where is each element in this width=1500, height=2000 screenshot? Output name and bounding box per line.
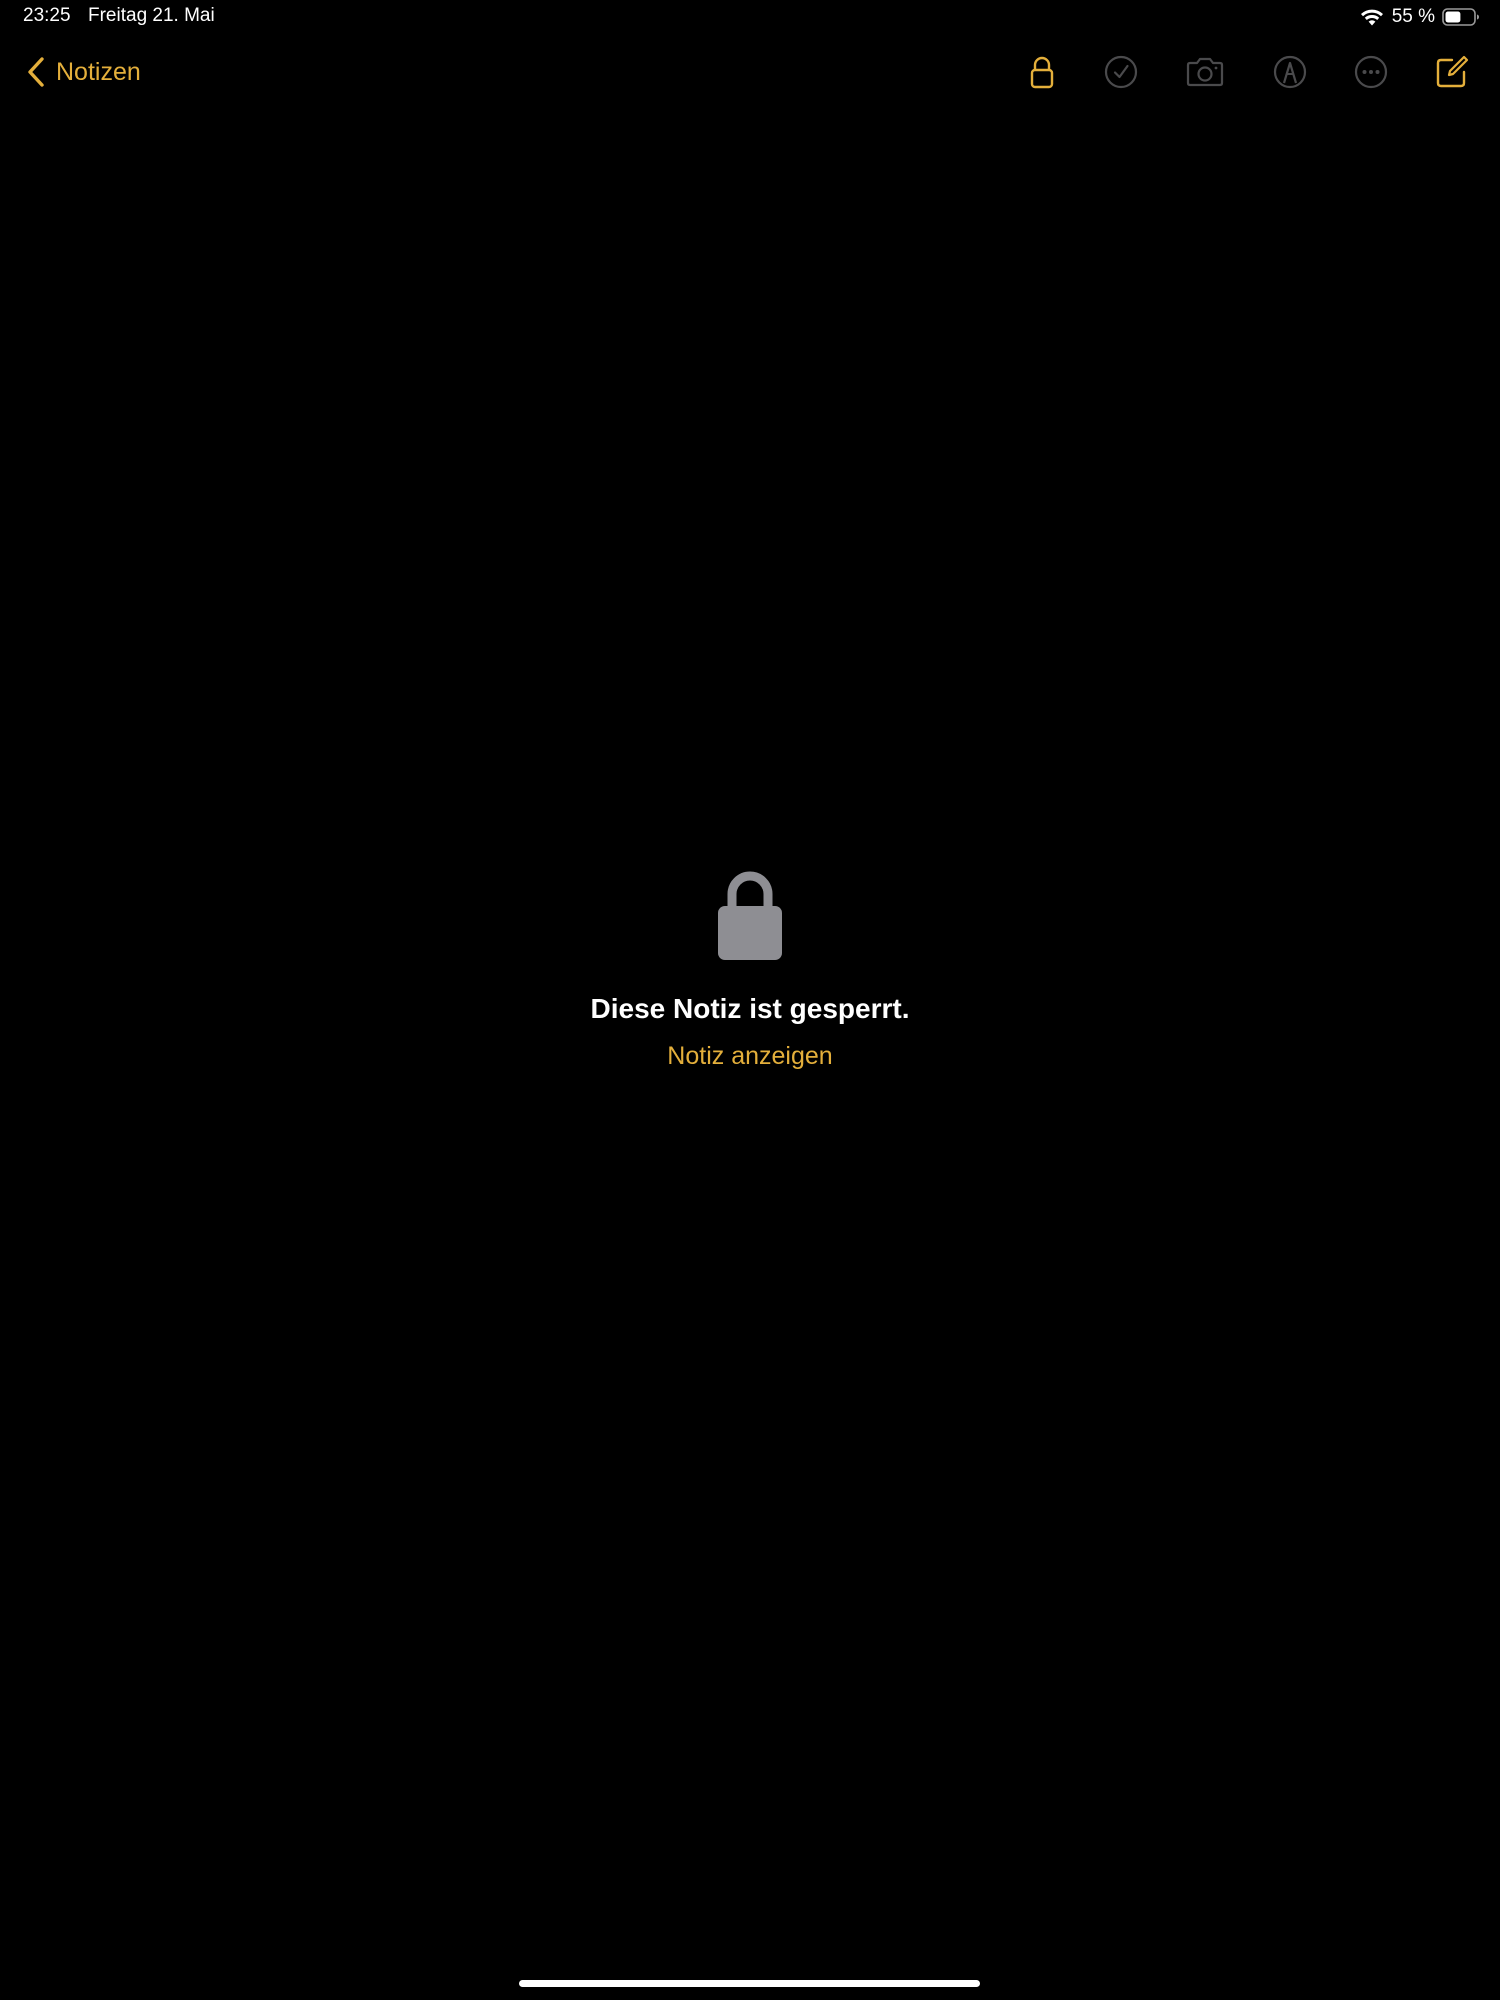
checklist-icon: [1104, 55, 1138, 89]
wifi-icon: [1360, 9, 1383, 26]
compose-icon: [1436, 55, 1469, 88]
markup-button[interactable]: [1268, 50, 1312, 94]
compose-button[interactable]: [1430, 50, 1474, 94]
status-bar: 23:25 Freitag 21. Mai 55 %: [0, 0, 1500, 36]
status-date: Freitag 21. Mai: [88, 5, 215, 26]
battery-icon: [1442, 8, 1479, 26]
markup-pen-icon: [1273, 55, 1307, 89]
camera-button[interactable]: [1183, 50, 1227, 94]
home-indicator[interactable]: [519, 1980, 980, 1987]
checklist-button[interactable]: [1099, 50, 1143, 94]
lock-button[interactable]: [1020, 50, 1064, 94]
more-button[interactable]: [1349, 50, 1393, 94]
camera-icon: [1186, 57, 1224, 87]
show-note-button[interactable]: Notiz anzeigen: [667, 1040, 832, 1072]
status-indicators: 55 %: [1360, 5, 1480, 29]
battery-percent: 55 %: [1391, 6, 1435, 27]
back-button[interactable]: Notizen: [26, 52, 141, 92]
chevron-left-icon: [28, 57, 44, 87]
lock-icon: [718, 871, 782, 960]
locked-note-panel: Diese Notiz ist gesperrt. Notiz anzeigen: [0, 866, 1500, 1072]
more-ellipsis-icon: [1354, 55, 1388, 89]
status-time: 23:25: [23, 5, 71, 26]
back-label: Notizen: [56, 57, 141, 86]
nav-bar: Notizen: [0, 44, 1500, 100]
lock-icon: [1030, 56, 1054, 89]
locked-title: Diese Notiz ist gesperrt.: [590, 993, 910, 1024]
